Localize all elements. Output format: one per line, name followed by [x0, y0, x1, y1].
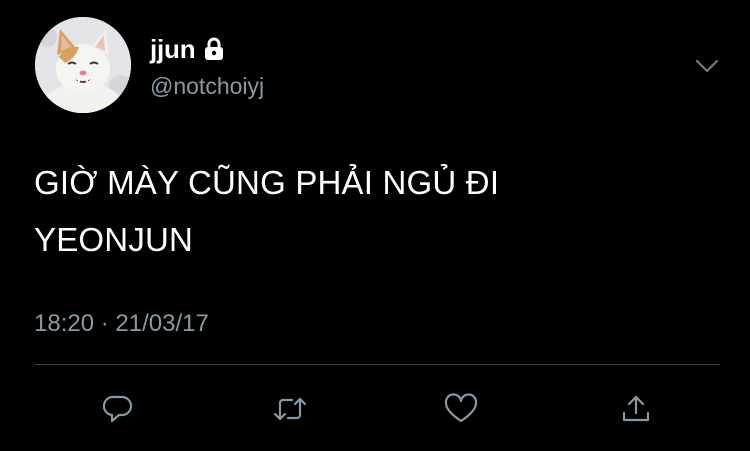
share-icon: [622, 395, 650, 422]
like-button[interactable]: [441, 389, 481, 429]
share-button[interactable]: [616, 389, 656, 429]
chevron-down-icon[interactable]: [694, 56, 720, 76]
tweet-text: GIỜ MÀY CŨNG PHẢI NGỦ ĐI YEONJUN: [34, 154, 694, 268]
user-name-row: jjun: [150, 34, 225, 64]
retweet-icon: [273, 397, 307, 421]
cat-avatar-icon: [35, 17, 131, 113]
tweet-text-line-2: YEONJUN: [34, 221, 194, 258]
reply-icon: [102, 395, 133, 423]
retweet-button[interactable]: [270, 389, 310, 429]
tweet-text-line-1: GIỜ MÀY CŨNG PHẢI NGỦ ĐI: [34, 164, 500, 201]
heart-icon: [444, 393, 478, 423]
divider: [34, 364, 720, 365]
lock-icon: [203, 37, 225, 61]
avatar[interactable]: [35, 17, 131, 113]
user-handle[interactable]: @notchoiyj: [150, 73, 264, 100]
tweet-card: jjun @notchoiyj GIỜ MÀY CŨNG PHẢI NGỦ ĐI…: [0, 0, 750, 451]
display-name[interactable]: jjun: [150, 34, 196, 65]
reply-button[interactable]: [98, 389, 138, 429]
tweet-timestamp[interactable]: 18:20 · 21/03/17: [34, 310, 209, 338]
